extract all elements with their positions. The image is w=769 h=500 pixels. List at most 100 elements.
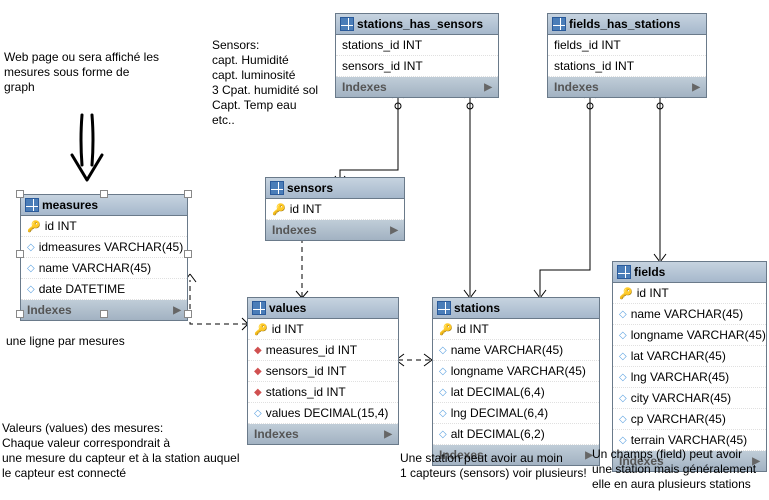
chevron-right-icon: ▶ <box>390 225 398 236</box>
table-header[interactable]: fields_has_stations <box>548 14 706 35</box>
pk-icon: 🔑 <box>27 220 41 233</box>
annotation-fields-note: Un champs (field) peut avoir une station… <box>592 447 769 492</box>
table-fields[interactable]: fields 🔑id INT ◇name VARCHAR(45) ◇longna… <box>612 261 767 472</box>
column-row[interactable]: ◇name VARCHAR(45) <box>433 340 599 361</box>
annotation-values-note: Valeurs (values) des mesures: Chaque val… <box>2 421 322 481</box>
selection-handle[interactable] <box>184 190 192 198</box>
table-icon <box>617 265 631 279</box>
selection-handle[interactable] <box>184 310 192 318</box>
selection-handle[interactable] <box>16 250 24 258</box>
selection-handle[interactable] <box>184 250 192 258</box>
pk-icon: 🔑 <box>254 323 268 336</box>
column-row[interactable]: sensors_id INT <box>336 56 498 77</box>
column-row[interactable]: ◇lat DECIMAL(6,4) <box>433 382 599 403</box>
annotation-webpage: Web page ou sera affiché les mesures sou… <box>4 50 204 95</box>
selection-handle[interactable] <box>100 310 108 318</box>
table-icon <box>252 301 266 315</box>
column-row[interactable]: ◇longname VARCHAR(45) <box>433 361 599 382</box>
column-row[interactable]: 🔑id INT <box>248 319 398 340</box>
col-icon: ◇ <box>439 387 447 398</box>
col-icon: ◇ <box>619 309 627 320</box>
table-title: fields_has_stations <box>569 17 680 31</box>
table-header[interactable]: fields <box>613 262 766 283</box>
fk-icon: ◆ <box>254 387 262 398</box>
table-header[interactable]: sensors <box>266 178 404 199</box>
selection-handle[interactable] <box>16 310 24 318</box>
column-row[interactable]: ◆measures_id INT <box>248 340 398 361</box>
table-title: fields <box>634 265 665 279</box>
col-icon: ◇ <box>439 408 447 419</box>
column-row[interactable]: ◇idmeasures VARCHAR(45) <box>21 237 187 258</box>
col-icon: ◇ <box>619 414 627 425</box>
chevron-right-icon: ▶ <box>692 82 700 93</box>
pk-icon: 🔑 <box>619 287 633 300</box>
table-stations[interactable]: stations 🔑id INT ◇name VARCHAR(45) ◇long… <box>432 297 600 466</box>
col-icon: ◇ <box>27 284 35 295</box>
table-sensors[interactable]: sensors 🔑id INT Indexes▶ <box>265 177 405 241</box>
table-measures[interactable]: measures 🔑id INT ◇idmeasures VARCHAR(45)… <box>20 194 188 321</box>
column-row[interactable]: ◇lng DECIMAL(6,4) <box>433 403 599 424</box>
column-row[interactable]: 🔑id INT <box>433 319 599 340</box>
selection-handle[interactable] <box>100 190 108 198</box>
table-icon <box>552 17 566 31</box>
table-header[interactable]: measures <box>21 195 187 216</box>
column-row[interactable]: ◇alt DECIMAL(6,2) <box>433 424 599 445</box>
indexes-row[interactable]: Indexes▶ <box>266 220 404 240</box>
column-row[interactable]: 🔑id INT <box>21 216 187 237</box>
column-row[interactable]: stations_id INT <box>336 35 498 56</box>
indexes-row[interactable]: Indexes▶ <box>336 77 498 97</box>
annotation-measures-note: une ligne par mesures <box>6 334 206 349</box>
col-icon: ◇ <box>619 372 627 383</box>
table-title: sensors <box>287 181 333 195</box>
chevron-right-icon: ▶ <box>384 429 392 440</box>
column-row[interactable]: fields_id INT <box>548 35 706 56</box>
annotation-sensors: Sensors: capt. Humidité capt. luminosité… <box>212 38 342 128</box>
col-icon: ◇ <box>27 242 35 253</box>
chevron-right-icon: ▶ <box>173 305 181 316</box>
table-title: stations_has_sensors <box>357 17 483 31</box>
column-row[interactable]: ◆sensors_id INT <box>248 361 398 382</box>
table-icon <box>25 198 39 212</box>
table-header[interactable]: stations_has_sensors <box>336 14 498 35</box>
indexes-row[interactable]: Indexes▶ <box>548 77 706 97</box>
col-icon: ◇ <box>439 345 447 356</box>
column-row[interactable]: ◇lng VARCHAR(45) <box>613 367 766 388</box>
table-title: stations <box>454 301 500 315</box>
column-row[interactable]: ◇cp VARCHAR(45) <box>613 409 766 430</box>
table-header[interactable]: stations <box>433 298 599 319</box>
column-row[interactable]: ◆stations_id INT <box>248 382 398 403</box>
column-row[interactable]: 🔑id INT <box>266 199 404 220</box>
pk-icon: 🔑 <box>439 323 453 336</box>
pk-icon: 🔑 <box>272 203 286 216</box>
chevron-right-icon: ▶ <box>484 82 492 93</box>
table-title: measures <box>42 198 98 212</box>
table-stations-has-sensors[interactable]: stations_has_sensors stations_id INT sen… <box>335 13 499 98</box>
column-row[interactable]: ◇date DATETIME <box>21 279 187 300</box>
col-icon: ◇ <box>254 408 262 419</box>
col-icon: ◇ <box>619 435 627 446</box>
table-icon <box>340 17 354 31</box>
col-icon: ◇ <box>619 330 627 341</box>
table-icon <box>270 181 284 195</box>
col-icon: ◇ <box>27 263 35 274</box>
table-title: values <box>269 301 306 315</box>
hand-arrow-icon <box>62 110 112 190</box>
column-row[interactable]: 🔑id INT <box>613 283 766 304</box>
column-row[interactable]: ◇longname VARCHAR(45) <box>613 325 766 346</box>
table-icon <box>437 301 451 315</box>
column-row[interactable]: ◇lat VARCHAR(45) <box>613 346 766 367</box>
column-row[interactable]: stations_id INT <box>548 56 706 77</box>
col-icon: ◇ <box>439 429 447 440</box>
fk-icon: ◆ <box>254 345 262 356</box>
fk-icon: ◆ <box>254 366 262 377</box>
col-icon: ◇ <box>619 351 627 362</box>
col-icon: ◇ <box>439 366 447 377</box>
col-icon: ◇ <box>619 393 627 404</box>
column-row[interactable]: ◇name VARCHAR(45) <box>21 258 187 279</box>
table-fields-has-stations[interactable]: fields_has_stations fields_id INT statio… <box>547 13 707 98</box>
column-row[interactable]: ◇name VARCHAR(45) <box>613 304 766 325</box>
column-row[interactable]: ◇city VARCHAR(45) <box>613 388 766 409</box>
annotation-stations-note: Une station peut avoir au moin 1 capteur… <box>400 451 620 481</box>
table-header[interactable]: values <box>248 298 398 319</box>
selection-handle[interactable] <box>16 190 24 198</box>
